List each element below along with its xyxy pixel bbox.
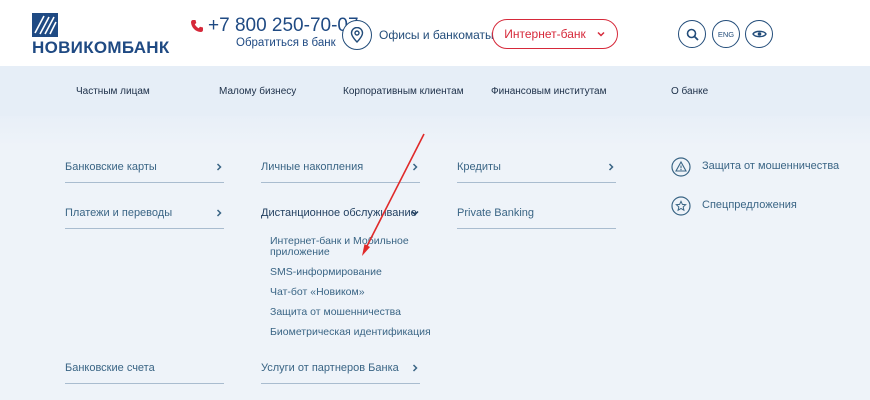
side-link-label: Спецпредложения (702, 199, 797, 211)
logo-mark-icon (32, 13, 58, 37)
menu-item-savings[interactable]: Личные накопления (261, 161, 420, 183)
side-link-special-offers[interactable]: Спецпредложения (671, 196, 797, 216)
menu-item-label: Кредиты (457, 161, 501, 173)
menu-item-label: Банковские карты (65, 161, 157, 173)
eye-icon (751, 30, 767, 38)
header: НОВИКОМБАНК +7 800 250-70-07 Обратиться … (0, 0, 870, 66)
menu-item-label: Банковские счета (65, 362, 155, 374)
search-icon (686, 28, 699, 41)
menu-item-bank-cards[interactable]: Банковские карты (65, 161, 224, 183)
submenu-item-fraud-protection[interactable]: Защита от мошенничества (270, 306, 401, 318)
nav-item-private[interactable]: Частным лицам (76, 86, 150, 97)
menu-item-credits[interactable]: Кредиты (457, 161, 616, 183)
language-button[interactable]: ENG (712, 20, 740, 48)
chevron-right-icon (608, 163, 614, 171)
location-pin-icon (350, 27, 364, 43)
side-link-label: Защита от мошенничества (702, 160, 840, 172)
chevron-down-icon (597, 31, 605, 37)
offices-link[interactable]: Офисы и банкоматы (379, 28, 494, 42)
logo-text: НОВИКОМБАНК (32, 38, 170, 57)
submenu-item-sms[interactable]: SMS-информирование (270, 266, 382, 278)
chevron-right-icon (216, 163, 222, 171)
chevron-down-icon (411, 210, 419, 216)
internet-bank-button[interactable]: Интернет-банк (492, 19, 618, 49)
star-icon (671, 196, 691, 216)
menu-item-payments[interactable]: Платежи и переводы (65, 207, 224, 229)
chevron-right-icon (412, 364, 418, 372)
phone-number[interactable]: +7 800 250-70-07 (208, 15, 359, 37)
menu-item-label: Услуги от партнеров Банка (261, 362, 399, 374)
search-button[interactable] (678, 20, 706, 48)
accessibility-button[interactable] (745, 20, 773, 48)
nav-item-small-business[interactable]: Малому бизнесу (219, 86, 296, 97)
bank-logo[interactable]: НОВИКОМБАНК (32, 13, 192, 57)
menu-item-bank-accounts[interactable]: Банковские счета (65, 362, 224, 384)
side-link-fraud-protection[interactable]: Защита от мошенничества (671, 157, 839, 177)
warning-icon (671, 157, 691, 177)
nav-item-about[interactable]: О банке (671, 86, 708, 97)
menu-item-label: Дистанционное обслуживание (261, 207, 417, 219)
chevron-right-icon (216, 209, 222, 217)
nav-item-financial[interactable]: Финансовым институтам (491, 86, 607, 97)
offices-button[interactable] (342, 20, 372, 50)
menu-item-label: Private Banking (457, 207, 535, 219)
phone-icon (191, 20, 203, 32)
menu-item-private-banking[interactable]: Private Banking (457, 207, 616, 229)
nav-item-corporate[interactable]: Корпоративным клиентам (343, 86, 464, 97)
mega-menu (0, 116, 870, 400)
submenu-item-chatbot[interactable]: Чат-бот «Новиком» (270, 286, 365, 298)
contact-bank-link[interactable]: Обратиться в банк (236, 37, 336, 49)
menu-item-partner-services[interactable]: Услуги от партнеров Банка (261, 362, 420, 384)
main-navigation: Частным лицам Малому бизнесу Корпоративн… (0, 66, 870, 116)
menu-item-remote-service[interactable]: Дистанционное обслуживание (261, 207, 420, 229)
chevron-right-icon (412, 163, 418, 171)
menu-item-label: Платежи и переводы (65, 207, 173, 219)
submenu-item-internet-bank-line2[interactable]: приложение (270, 246, 330, 258)
internet-bank-label: Интернет-банк (504, 27, 586, 41)
menu-item-label: Личные накопления (261, 161, 364, 173)
submenu-item-biometric[interactable]: Биометрическая идентификация (270, 326, 431, 338)
